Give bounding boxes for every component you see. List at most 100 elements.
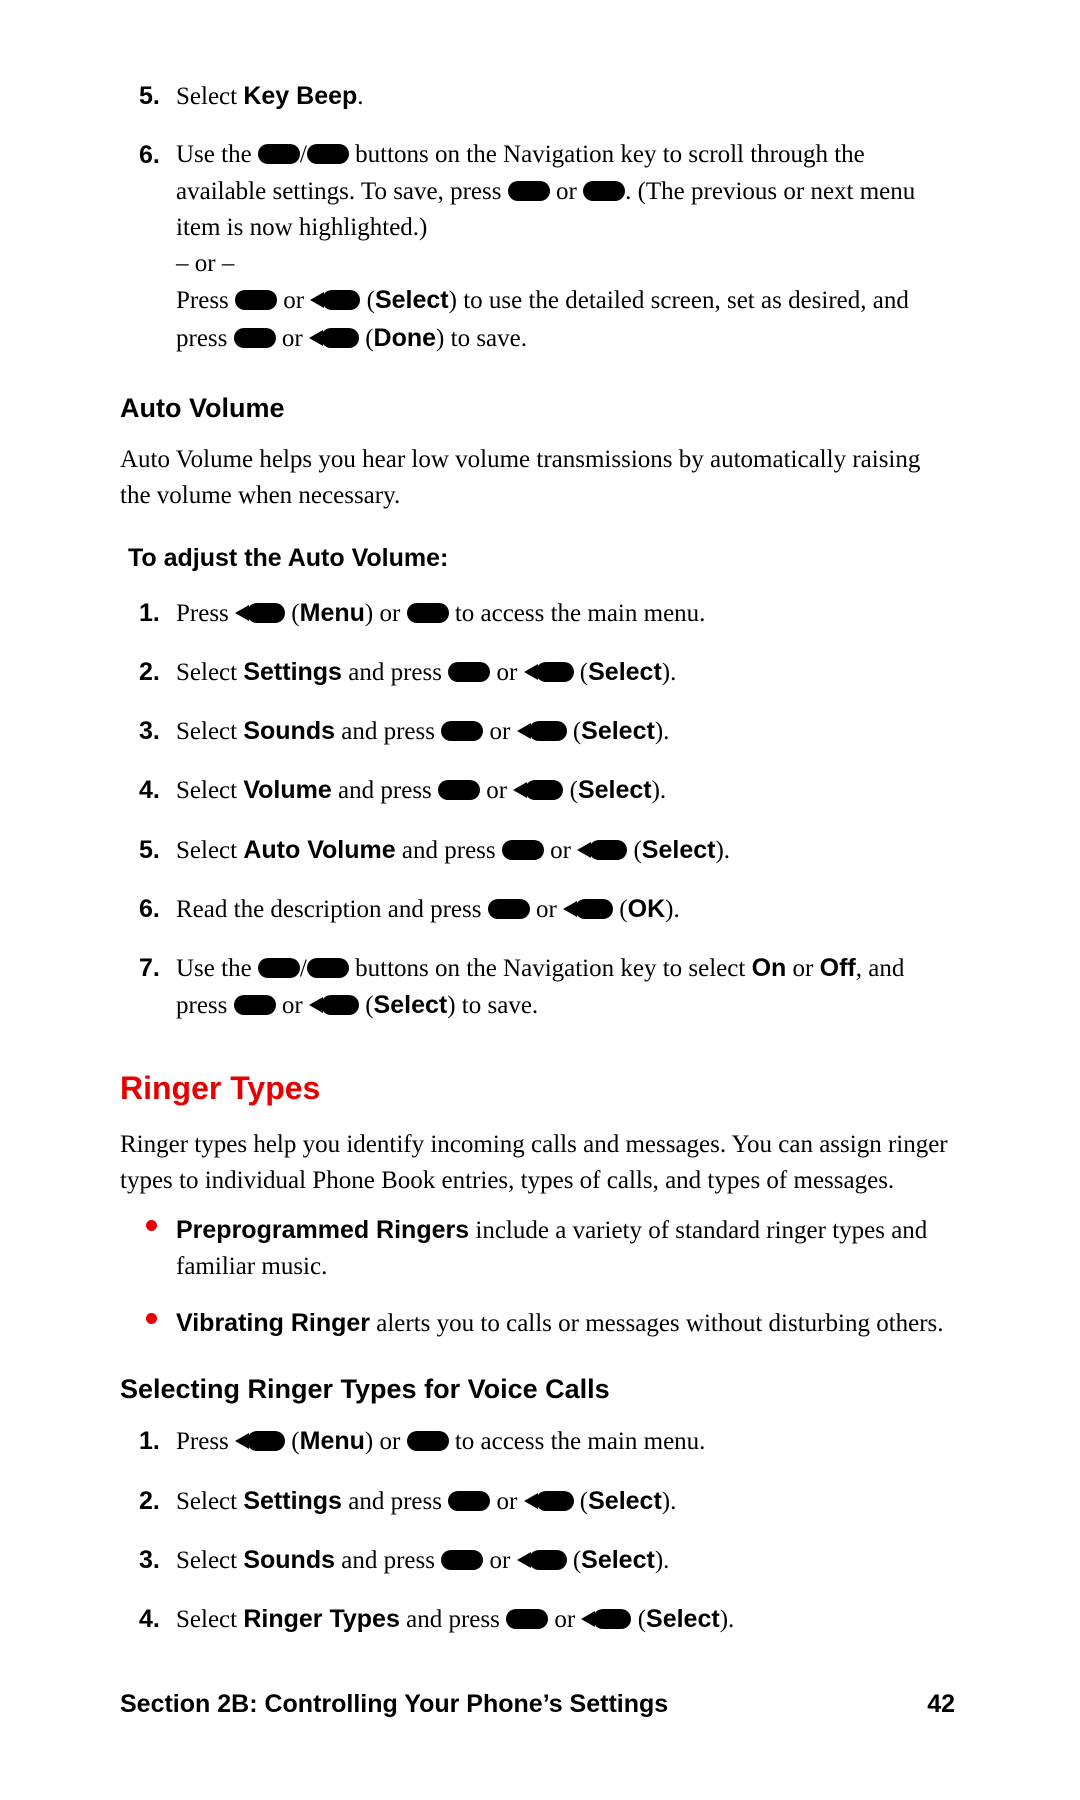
- bullets-ringer-types: Preprogrammed Ringers include a variety …: [120, 1212, 955, 1343]
- subheading-selecting-ringer: Selecting Ringer Types for Voice Calls: [120, 1370, 955, 1409]
- step-text: Select Settings and press or (Select).: [176, 659, 676, 686]
- button-oval-icon: [407, 603, 449, 623]
- step-text: Press (Menu) or to access the main menu.: [176, 1428, 705, 1455]
- inline-bold: Vibrating Ringer: [176, 1309, 370, 1337]
- button-oval-icon: [508, 181, 550, 201]
- inline-bold: Sounds: [243, 717, 335, 745]
- step-text: Select Settings and press or (Select).: [176, 1488, 676, 1515]
- heading-auto-volume: Auto Volume: [120, 389, 955, 428]
- button-nav-icon: [581, 1609, 631, 1629]
- page-footer: Section 2B: Controlling Your Phone’s Set…: [120, 1686, 955, 1722]
- steps-ringer-voice: 1. Press (Menu) or to access the main men…: [120, 1423, 955, 1638]
- bullet-text: Vibrating Ringer alerts you to calls or …: [176, 1310, 944, 1337]
- step-item: 2.Select Settings and press or (Select).: [176, 1483, 955, 1520]
- button-oval-icon: [506, 1609, 548, 1629]
- button-oval-icon: [307, 144, 349, 164]
- button-nav-icon: [235, 603, 285, 623]
- step-number: 6.: [139, 137, 160, 173]
- step-text: Read the description and press or (OK).: [176, 896, 680, 923]
- inline-bold: Settings: [243, 658, 342, 686]
- inline-bold: Ringer Types: [243, 1605, 400, 1633]
- button-nav-icon: [309, 995, 359, 1015]
- inline-bold: OK: [628, 895, 666, 923]
- button-oval-icon: [234, 328, 276, 348]
- step-item: 5.Select Auto Volume and press or (Selec…: [176, 832, 955, 869]
- task-heading-auto-volume: To adjust the Auto Volume:: [120, 540, 955, 576]
- button-nav-icon: [577, 840, 627, 860]
- button-oval-icon: [502, 840, 544, 860]
- bullet-item: Preprogrammed Ringers include a variety …: [176, 1212, 955, 1286]
- button-oval-icon: [488, 899, 530, 919]
- inline-bold: Select: [374, 991, 448, 1019]
- button-nav-icon: [235, 1431, 285, 1451]
- inline-bold: On: [752, 954, 787, 982]
- inline-bold: Sounds: [243, 1546, 335, 1574]
- steps-auto-volume: 1.Press (Menu) or to access the main men…: [120, 595, 955, 1025]
- bullet-text: Preprogrammed Ringers include a variety …: [176, 1217, 927, 1280]
- inline-bold: Key Beep: [243, 82, 357, 110]
- step-text: Select Key Beep.: [176, 83, 364, 110]
- inline-bold: Select: [375, 286, 449, 314]
- button-oval-icon: [234, 995, 276, 1015]
- step-number: 3.: [139, 713, 160, 749]
- bullet-item: Vibrating Ringer alerts you to calls or …: [176, 1305, 955, 1342]
- button-nav-icon: [309, 328, 359, 348]
- footer-page-number: 42: [927, 1686, 955, 1722]
- inline-bold: Preprogrammed Ringers: [176, 1216, 469, 1244]
- inline-bold: Settings: [243, 1487, 342, 1515]
- step-number: 2.: [139, 1483, 160, 1519]
- button-oval-icon: [235, 290, 277, 310]
- inline-bold: Select: [642, 836, 716, 864]
- button-oval-icon: [583, 181, 625, 201]
- step-number: 7.: [139, 950, 160, 986]
- inline-bold: Volume: [243, 776, 331, 804]
- button-nav-icon: [524, 1491, 574, 1511]
- inline-bold: Select: [581, 717, 655, 745]
- step-number: 2.: [139, 654, 160, 690]
- step-number: 4.: [139, 772, 160, 808]
- inline-bold: Select: [581, 1546, 655, 1574]
- step-text: Select Ringer Types and press or (Select…: [176, 1606, 734, 1633]
- step-text: Select Sounds and press or (Select).: [176, 1547, 669, 1574]
- inline-bold: Off: [820, 954, 856, 982]
- inline-bold: Menu: [300, 599, 365, 627]
- button-oval-icon: [448, 662, 490, 682]
- inline-bold: Select: [588, 1487, 662, 1515]
- step-number: 4.: [139, 1601, 160, 1637]
- step-text: Select Volume and press or (Select).: [176, 777, 666, 804]
- inline-bold: Select: [646, 1605, 720, 1633]
- inline-bold: Select: [578, 776, 652, 804]
- button-nav-icon: [563, 899, 613, 919]
- inline-bold: Menu: [300, 1427, 365, 1455]
- button-oval-icon: [438, 780, 480, 800]
- footer-section-label: Section 2B: Controlling Your Phone’s Set…: [120, 1686, 668, 1722]
- button-oval-icon: [448, 1491, 490, 1511]
- step-item: 6.Read the description and press or (OK)…: [176, 891, 955, 928]
- step-number: 1.: [139, 1423, 160, 1459]
- button-oval-icon: [441, 1550, 483, 1570]
- step-text: Use the / buttons on the Navigation key …: [176, 141, 915, 351]
- step-item: 4.Select Volume and press or (Select).: [176, 772, 955, 809]
- step-item: 3.Select Sounds and press or (Select).: [176, 713, 955, 750]
- step-item: 6.Use the / buttons on the Navigation ke…: [176, 137, 955, 357]
- continuation-steps: 5.Select Key Beep.6.Use the / buttons on…: [120, 78, 955, 357]
- button-oval-icon: [307, 958, 349, 978]
- button-nav-icon: [310, 290, 360, 310]
- step-number: 3.: [139, 1542, 160, 1578]
- step-item: 3.Select Sounds and press or (Select).: [176, 1542, 955, 1579]
- button-oval-icon: [441, 721, 483, 741]
- bullet-dot-icon: [146, 1220, 157, 1231]
- intro-auto-volume: Auto Volume helps you hear low volume tr…: [120, 442, 955, 515]
- bullet-dot-icon: [146, 1313, 157, 1324]
- step-text: Select Sounds and press or (Select).: [176, 718, 669, 745]
- step-item: 1.Press (Menu) or to access the main men…: [176, 1423, 955, 1460]
- step-item: 1.Press (Menu) or to access the main men…: [176, 595, 955, 632]
- step-text: Use the / buttons on the Navigation key …: [176, 955, 904, 1019]
- step-item: 5.Select Key Beep.: [176, 78, 955, 115]
- inline-bold: Done: [374, 324, 437, 352]
- step-text: Press (Menu) or to access the main menu.: [176, 600, 705, 627]
- step-text: Select Auto Volume and press or (Select)…: [176, 837, 730, 864]
- button-oval-icon: [258, 958, 300, 978]
- intro-ringer-types: Ringer types help you identify incoming …: [120, 1127, 955, 1200]
- button-nav-icon: [517, 721, 567, 741]
